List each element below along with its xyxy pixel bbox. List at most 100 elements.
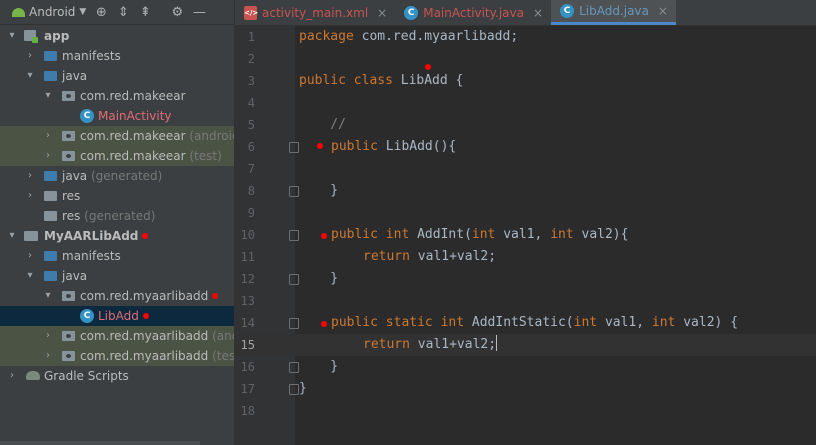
tree-item-label: MainActivity: [98, 109, 172, 123]
target-icon[interactable]: ⊕: [90, 0, 112, 24]
code-line[interactable]: 9: [235, 202, 816, 224]
line-number: 11: [240, 250, 255, 264]
code-token: val1+val2;: [409, 337, 497, 352]
fold-icon[interactable]: [289, 384, 299, 395]
chevron-right-icon[interactable]: ›: [42, 146, 54, 166]
chevron-down-icon[interactable]: ▾: [24, 66, 36, 86]
code-line[interactable]: 7: [235, 158, 816, 180]
fold-icon[interactable]: [289, 318, 299, 329]
tab-libadd-java[interactable]: C LibAdd.java ×: [551, 0, 676, 25]
tree-item[interactable]: › manifests: [0, 46, 234, 66]
code-line[interactable]: 5 //: [235, 114, 816, 136]
tree-item-label: java: [62, 169, 88, 183]
expand-icon[interactable]: ⇕: [112, 0, 134, 24]
close-icon[interactable]: ×: [533, 6, 543, 20]
chevron-right-icon[interactable]: ›: [6, 366, 18, 386]
tree-item-label: MyAARLibAdd: [44, 229, 139, 243]
code-line[interactable]: 14 public static int AddIntStatic(int va…: [235, 312, 816, 334]
tree-item-label: com.red.makeear: [80, 149, 186, 163]
error-marker: [142, 313, 149, 319]
code-token: public int: [331, 227, 410, 242]
tree-item[interactable]: › com.red.myaarlibadd (test): [0, 346, 234, 366]
tree-item[interactable]: ▾ app: [0, 26, 234, 46]
chevron-right-icon[interactable]: ›: [42, 326, 54, 346]
minimize-icon[interactable]: —: [188, 0, 210, 24]
tree-item[interactable]: › res: [0, 186, 234, 206]
tab-activity-main-xml[interactable]: </> activity_main.xml ×: [235, 0, 395, 25]
code-line[interactable]: 2: [235, 48, 816, 70]
code-line[interactable]: 1 package com.red.myaarlibadd;: [235, 26, 816, 48]
folder-icon: [44, 51, 57, 61]
code-line[interactable]: 4: [235, 92, 816, 114]
horizontal-scrollbar[interactable]: [0, 441, 200, 445]
close-icon[interactable]: ×: [377, 6, 387, 20]
line-number: 16: [240, 360, 255, 374]
code-editor[interactable]: 1 package com.red.myaarlibadd; 2 3 publi…: [235, 26, 816, 445]
project-view-selector[interactable]: Android ▼: [0, 0, 90, 24]
code-line[interactable]: 18: [235, 400, 816, 422]
chevron-right-icon[interactable]: ›: [42, 126, 54, 146]
chevron-down-icon[interactable]: ▾: [24, 266, 36, 286]
tree-item[interactable]: › java (generated): [0, 166, 234, 186]
code-line[interactable]: 11 return val1+val2;: [235, 246, 816, 268]
package-icon: [62, 331, 75, 341]
collapse-icon[interactable]: ⇞: [134, 0, 156, 24]
line-number: 12: [240, 272, 255, 286]
chevron-right-icon[interactable]: ›: [24, 46, 36, 66]
code-line[interactable]: 16 }: [235, 356, 816, 378]
code-token: public static int: [331, 315, 465, 330]
line-number: 5: [247, 118, 255, 132]
fold-icon[interactable]: [289, 142, 299, 153]
tree-item[interactable]: C LibAdd: [0, 306, 234, 326]
code-line[interactable]: 17 }: [235, 378, 816, 400]
chevron-down-icon[interactable]: ▾: [6, 26, 18, 46]
tree-item-label: manifests: [62, 249, 121, 263]
close-icon[interactable]: ×: [658, 4, 668, 18]
tree-item[interactable]: › com.red.makeear (androidTe: [0, 126, 234, 146]
class-icon: C: [560, 4, 575, 18]
code-line[interactable]: 3 public class LibAdd {: [235, 64, 816, 92]
tree-item[interactable]: ▾ com.red.makeear: [0, 86, 234, 106]
tree-item[interactable]: ▾ java: [0, 66, 234, 86]
tree-item-label: app: [44, 29, 70, 43]
fold-icon[interactable]: [289, 274, 299, 285]
tree-item[interactable]: ▾ MyAARLibAdd: [0, 226, 234, 246]
fold-icon[interactable]: [289, 230, 299, 241]
chevron-down-icon[interactable]: ▾: [42, 286, 54, 306]
code-token: val1,: [597, 315, 652, 330]
chevron-right-icon[interactable]: ›: [24, 186, 36, 206]
code-line[interactable]: 13: [235, 290, 816, 312]
code-line[interactable]: 6 public LibAdd(){: [235, 136, 816, 158]
tree-item[interactable]: C MainActivity: [0, 106, 234, 126]
tree-item[interactable]: ▾ java: [0, 266, 234, 286]
chevron-right-icon[interactable]: ›: [24, 166, 36, 186]
code-line[interactable]: 12 }: [235, 268, 816, 290]
project-tree: ▾ app › manifests ▾ java ▾ com.red.makee…: [0, 26, 234, 386]
tree-item[interactable]: › manifests: [0, 246, 234, 266]
line-number: 10: [240, 228, 255, 242]
code-line[interactable]: 8 }: [235, 180, 816, 202]
fold-icon[interactable]: [289, 362, 299, 373]
tree-item[interactable]: ▾ com.red.myaarlibadd: [0, 286, 234, 306]
tree-item[interactable]: › com.red.makeear (test): [0, 146, 234, 166]
project-view-label: Android: [29, 5, 76, 19]
code-line-current[interactable]: 15 return val1+val2;: [235, 334, 816, 356]
gear-icon[interactable]: ⚙: [166, 0, 188, 24]
tree-item-label: com.red.myaarlibadd: [80, 349, 209, 363]
chevron-right-icon[interactable]: ›: [24, 246, 36, 266]
error-marker: [321, 321, 327, 327]
tree-item[interactable]: › Gradle Scripts: [0, 366, 234, 386]
chevron-down-icon[interactable]: ▾: [42, 86, 54, 106]
tree-item[interactable]: › com.red.myaarlibadd (andro: [0, 326, 234, 346]
fold-icon[interactable]: [289, 186, 299, 197]
line-number: 14: [240, 316, 255, 330]
tab-mainactivity-java[interactable]: C MainActivity.java ×: [395, 0, 551, 25]
code-line[interactable]: 10 public int AddInt(int val1, int val2)…: [235, 224, 816, 246]
folder-icon: [44, 251, 57, 261]
gradle-icon: [26, 371, 40, 380]
chevron-right-icon[interactable]: ›: [42, 346, 54, 366]
chevron-down-icon[interactable]: ▾: [6, 226, 18, 246]
tree-item[interactable]: res (generated): [0, 206, 234, 226]
folder-icon: [44, 191, 57, 201]
line-number: 17: [240, 382, 255, 396]
